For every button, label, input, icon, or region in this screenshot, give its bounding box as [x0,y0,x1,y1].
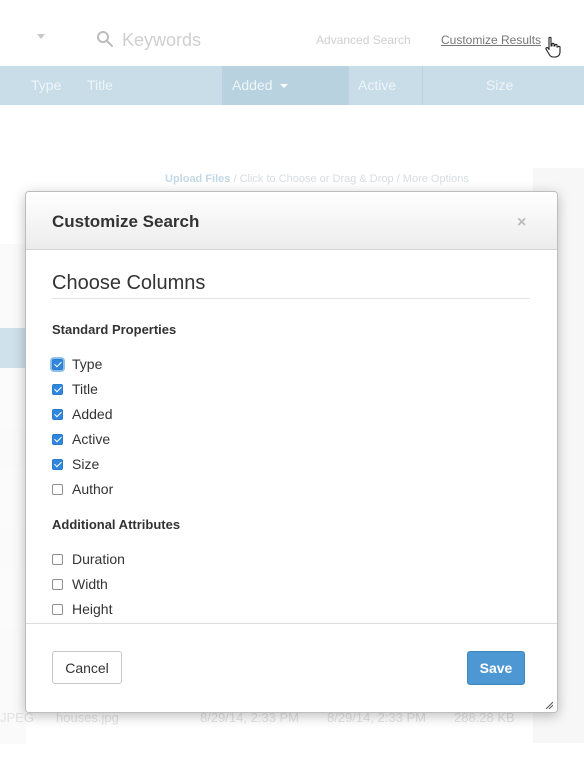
column-header-active[interactable]: Active [358,66,396,105]
checkbox-option-title[interactable]: Title [52,380,98,398]
checkbox-unchecked-icon[interactable] [52,553,63,565]
upload-bar: Upload Files / Click to Choose or Drag &… [165,173,469,185]
checkbox-label: Size [72,456,100,472]
checkbox-checked-icon[interactable] [52,408,63,420]
checkbox-option-author[interactable]: Author [52,480,113,498]
column-header-type[interactable]: Type [31,66,61,105]
checkbox-option-duration[interactable]: Duration [52,550,125,568]
standard-properties-heading: Standard Properties [52,322,177,337]
checkbox-checked-icon[interactable] [52,358,63,370]
checkbox-label: Title [72,381,98,397]
column-header-size[interactable]: Size [486,66,513,105]
chevron-down-icon[interactable] [37,34,45,39]
checkbox-label: Duration [72,551,125,567]
search-icon [97,31,113,47]
sort-caret-icon [280,84,289,89]
checkbox-unchecked-icon[interactable] [52,483,63,495]
checkbox-label: Height [72,601,113,617]
search-input[interactable] [122,26,292,54]
dialog-header: Customize Search × [26,192,557,250]
dialog-title: Customize Search [52,212,200,231]
hand-pointer-icon [545,36,561,58]
checkbox-checked-icon[interactable] [52,433,63,445]
column-header-title[interactable]: Title [87,66,113,105]
column-divider [348,66,349,105]
checkbox-option-type[interactable]: Type [52,355,102,373]
section-title: Choose Columns [52,272,206,294]
customize-search-dialog: Customize Search × Choose Columns Standa… [25,191,558,713]
search-toolbar: Advanced Search Customize Results [0,0,584,66]
checkbox-unchecked-icon[interactable] [52,603,63,615]
column-header-added[interactable]: Added [232,66,289,105]
customize-results-link[interactable]: Customize Results [441,33,541,47]
column-divider [422,66,423,105]
checkbox-checked-icon[interactable] [52,383,63,395]
checkbox-unchecked-icon[interactable] [52,578,63,590]
additional-attributes-heading: Additional Attributes [52,517,181,532]
upload-hint: / Click to Choose or Drag & Drop / More … [230,173,469,185]
checkbox-checked-icon[interactable] [52,458,63,470]
checkbox-label: Author [72,481,114,497]
checkbox-label: Width [72,576,108,592]
save-button[interactable]: Save [467,651,525,685]
results-column-header: Type Title Added Active Size [0,66,584,105]
upload-files-link[interactable]: Upload Files [165,173,230,185]
checkbox-label: Active [72,431,111,447]
dialog-footer: Cancel Save [26,623,557,712]
section-divider [52,298,530,299]
checkbox-label: Type [72,356,103,372]
close-icon[interactable]: × [517,215,526,231]
checkbox-option-height[interactable]: Height [52,600,112,618]
advanced-search-link[interactable]: Advanced Search [316,33,411,47]
column-header-added-label: Added [232,77,273,93]
checkbox-option-added[interactable]: Added [52,405,112,423]
cancel-button[interactable]: Cancel [52,651,122,684]
checkbox-option-active[interactable]: Active [52,430,110,448]
checkbox-option-width[interactable]: Width [52,575,108,593]
checkbox-label: Added [72,406,113,422]
resize-grip-icon[interactable] [545,701,553,709]
left-panel-header [0,328,26,368]
checkbox-option-size[interactable]: Size [52,455,99,473]
